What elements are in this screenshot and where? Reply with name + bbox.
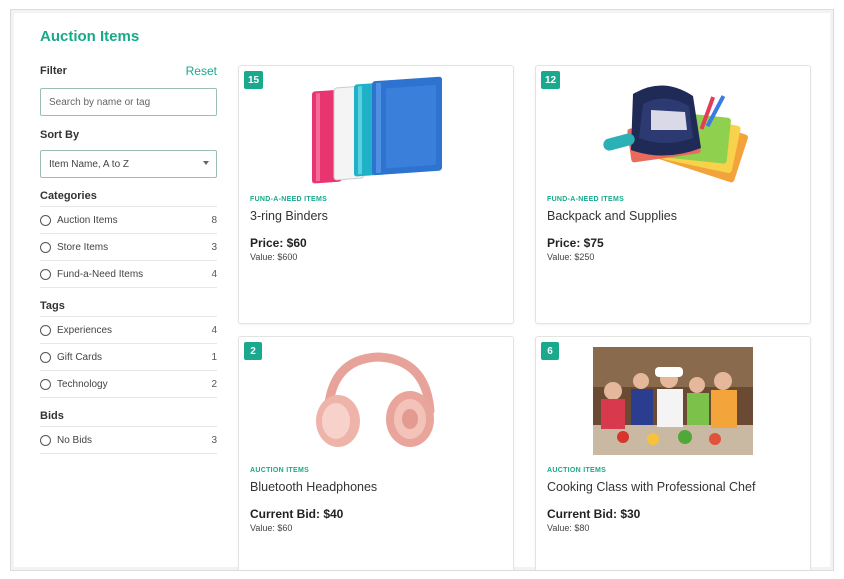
option-label: Auction Items <box>57 214 118 226</box>
tag-option-gift-cards[interactable]: Gift Cards 1 <box>40 343 217 370</box>
item-card[interactable]: 12 FUND-A-NEED ITEMS Backpack and Suppli… <box>535 65 811 324</box>
page-title: Auction Items <box>40 28 140 45</box>
item-category: FUND-A-NEED ITEMS <box>547 196 625 203</box>
tags-list: Experiences 4 Gift Cards 1 Technology 2 <box>40 316 217 398</box>
option-count: 4 <box>211 324 217 336</box>
option-label: Store Items <box>57 241 109 253</box>
sort-by-label: Sort By <box>40 129 80 141</box>
bid-count-badge: 12 <box>541 71 561 89</box>
filter-header: Filter Reset <box>40 62 217 80</box>
bid-option-no-bids[interactable]: No Bids 3 <box>40 426 217 454</box>
radio-button[interactable] <box>40 378 51 390</box>
category-option-fund-a-need-items[interactable]: Fund-a-Need Items 4 <box>40 260 217 288</box>
option-count: 3 <box>211 241 217 253</box>
item-price: Price: $75 <box>547 236 604 250</box>
item-price: Price: $60 <box>250 236 307 250</box>
categories-title: Categories <box>40 190 97 202</box>
category-option-store-items[interactable]: Store Items 3 <box>40 233 217 260</box>
item-card[interactable]: 2 AUCTION ITEMS Bluetooth Headphones Cur… <box>238 336 514 570</box>
sort-select[interactable]: Item Name, A to Z <box>40 150 217 178</box>
cooking-class-image <box>593 347 753 455</box>
headphones-image <box>316 352 435 447</box>
item-value: Value: $60 <box>250 523 293 533</box>
option-label: Technology <box>57 378 108 390</box>
bid-count-badge: 15 <box>244 71 264 89</box>
radio-button[interactable] <box>40 324 51 336</box>
item-category: AUCTION ITEMS <box>547 467 607 474</box>
item-category: AUCTION ITEMS <box>250 467 310 474</box>
option-label: Experiences <box>57 324 113 336</box>
item-value: Value: $80 <box>547 523 590 533</box>
option-count: 8 <box>211 214 217 226</box>
item-name: Backpack and Supplies <box>547 209 677 223</box>
item-price: Current Bid: $30 <box>547 507 641 521</box>
categories-list: Auction Items 8 Store Items 3 Fund-a-Nee… <box>40 206 217 288</box>
filter-label: Filter <box>40 65 67 77</box>
item-category: FUND-A-NEED ITEMS <box>250 196 328 203</box>
search-input[interactable] <box>40 88 217 116</box>
option-label: No Bids <box>57 434 93 446</box>
item-value: Value: $600 <box>250 252 298 262</box>
option-label: Fund-a-Need Items <box>57 268 144 280</box>
backpack-image <box>603 85 748 183</box>
page-frame: Auction Items Filter Reset Sort By Item … <box>10 9 834 571</box>
sort-selected-value: Item Name, A to Z <box>49 158 130 170</box>
radio-button[interactable] <box>40 434 51 446</box>
radio-button[interactable] <box>40 214 51 226</box>
option-count: 3 <box>211 434 217 446</box>
item-name: Cooking Class with Professional Chef <box>547 480 756 494</box>
item-card[interactable]: 15 FUND-A-NEED ITEMS 3-ring Binders Pric… <box>238 65 514 324</box>
option-count: 4 <box>211 268 217 280</box>
tag-option-technology[interactable]: Technology 2 <box>40 370 217 398</box>
item-price: Current Bid: $40 <box>250 507 344 521</box>
item-value: Value: $250 <box>547 252 595 262</box>
tags-title: Tags <box>40 300 65 312</box>
tag-option-experiences[interactable]: Experiences 4 <box>40 316 217 343</box>
option-count: 1 <box>211 351 217 363</box>
radio-button[interactable] <box>40 268 51 280</box>
bids-title: Bids <box>40 410 64 422</box>
bids-list: No Bids 3 <box>40 426 217 454</box>
radio-button[interactable] <box>40 241 51 253</box>
chevron-down-icon <box>203 161 209 165</box>
bid-count-badge: 6 <box>541 342 559 360</box>
item-name: 3-ring Binders <box>250 209 328 223</box>
item-card[interactable]: 6 AUCTION ITEMS Cooking Class with Profe… <box>535 336 811 570</box>
reset-link[interactable]: Reset <box>186 64 217 78</box>
binders-image <box>312 76 442 184</box>
filter-sidebar: Filter Reset Sort By Item Name, A to Z C… <box>40 62 217 454</box>
category-option-auction-items[interactable]: Auction Items 8 <box>40 206 217 233</box>
option-label: Gift Cards <box>57 351 103 363</box>
radio-button[interactable] <box>40 351 51 363</box>
bid-count-badge: 2 <box>244 342 262 360</box>
item-name: Bluetooth Headphones <box>250 480 378 494</box>
option-count: 2 <box>211 378 217 390</box>
